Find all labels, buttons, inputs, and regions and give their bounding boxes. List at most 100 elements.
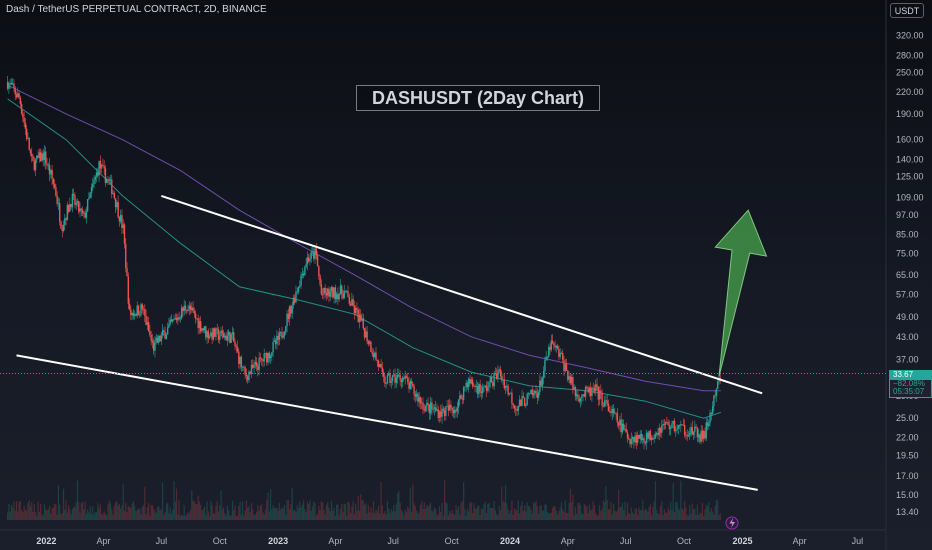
- candle: [440, 404, 442, 422]
- volume-bar: [544, 504, 546, 520]
- candle: [254, 356, 257, 369]
- volume-bar: [694, 508, 696, 520]
- candle: [165, 332, 168, 340]
- volume-bar: [459, 514, 461, 520]
- volume-bar: [705, 504, 707, 520]
- candle: [45, 146, 47, 170]
- volume-bar: [398, 490, 400, 520]
- volume-bar: [342, 511, 344, 520]
- candle: [213, 327, 216, 338]
- volume-bar: [46, 510, 48, 520]
- volume-bar: [355, 503, 357, 520]
- volume-bar: [132, 500, 134, 520]
- volume-bar: [29, 506, 32, 520]
- candle: [503, 374, 505, 391]
- trendlines[interactable]: [16, 194, 763, 491]
- candle: [112, 189, 114, 195]
- candle: [66, 201, 69, 221]
- volume-bar: [155, 512, 157, 520]
- volume-bar: [488, 503, 490, 520]
- candle: [357, 307, 359, 323]
- price-axis[interactable]: 320.00 280.00 250.00 220.00 190.00 160.00 140.…: [896, 31, 924, 517]
- candle: [243, 365, 245, 372]
- candle: [464, 386, 466, 392]
- volume-bar: [366, 513, 368, 520]
- volume-bar: [714, 505, 716, 520]
- price-chart[interactable]: 320.00 280.00 250.00 220.00 190.00 160.00 140.…: [0, 0, 932, 550]
- volume-bar: [37, 501, 39, 520]
- time-axis-label: Jul: [387, 536, 399, 546]
- candle: [60, 220, 62, 230]
- currency-badge[interactable]: USDT: [890, 3, 924, 18]
- volume-bar: [60, 514, 62, 520]
- volume-bar: [452, 514, 455, 520]
- volume-bar: [93, 514, 95, 520]
- volume-bar: [407, 506, 409, 520]
- volume-bar: [442, 515, 444, 520]
- volume-bar: [414, 506, 416, 520]
- candle: [380, 359, 382, 369]
- volume-bar: [471, 513, 474, 520]
- candle: [106, 177, 108, 184]
- candle: [145, 309, 147, 326]
- candle: [343, 284, 345, 299]
- time-axis[interactable]: 2022 Apr Jul Oct 2023 Apr Jul Oct 2024 Apr Jul Oct 2…: [36, 536, 863, 546]
- volume-bar: [228, 510, 230, 520]
- candle: [611, 405, 613, 420]
- candle: [64, 214, 66, 231]
- volume-bar: [324, 514, 326, 520]
- volume-bar: [438, 506, 441, 520]
- candle: [460, 393, 462, 399]
- volume-bar: [252, 508, 254, 520]
- volume-bar: [283, 504, 286, 520]
- candle: [86, 199, 89, 213]
- time-axis-label: Apr: [793, 536, 807, 546]
- candle: [179, 315, 182, 323]
- volume-bar: [596, 515, 598, 520]
- candle: [17, 87, 19, 98]
- lightning-icon[interactable]: [725, 516, 739, 530]
- volume-bar: [277, 510, 279, 520]
- candle: [668, 420, 671, 435]
- volume-bar: [526, 502, 528, 520]
- volume-bar: [510, 510, 512, 520]
- candle: [609, 406, 611, 414]
- candle: [267, 352, 269, 366]
- volume-bar: [492, 507, 494, 520]
- volume-bar: [446, 503, 448, 520]
- candle: [635, 432, 638, 450]
- volume-bar: [215, 505, 217, 520]
- volume-bar: [101, 513, 103, 520]
- candle: [629, 437, 631, 448]
- volume-bar: [76, 480, 79, 520]
- chart-container[interactable]: 320.00 280.00 250.00 220.00 190.00 160.00 140.…: [0, 0, 932, 550]
- time-axis-label: Jul: [852, 536, 864, 546]
- volume-bar: [518, 513, 521, 520]
- candle: [498, 367, 500, 373]
- candle: [287, 308, 290, 323]
- candle: [140, 302, 142, 318]
- volume-bar: [207, 511, 209, 520]
- projection-arrow[interactable]: [714, 209, 768, 377]
- volume-bar: [628, 513, 630, 520]
- candle: [74, 192, 76, 209]
- volume-bar: [419, 504, 422, 520]
- candle: [562, 349, 564, 364]
- candle: [544, 356, 546, 378]
- volume-bar: [403, 515, 405, 520]
- candle: [32, 154, 34, 162]
- volume-bar: [62, 488, 65, 520]
- candle: [283, 330, 286, 340]
- volume-bar: [582, 514, 584, 520]
- candle: [177, 313, 179, 325]
- volume-bar: [73, 506, 75, 520]
- volume-bar: [167, 502, 169, 520]
- candle: [85, 206, 88, 224]
- volume-bar: [436, 515, 438, 520]
- volume-bar: [192, 500, 194, 520]
- projection-arrow-shape[interactable]: [714, 209, 768, 377]
- candle: [25, 124, 28, 142]
- volume-bar: [597, 515, 599, 520]
- volume-bar: [102, 514, 104, 520]
- candle: [367, 339, 370, 347]
